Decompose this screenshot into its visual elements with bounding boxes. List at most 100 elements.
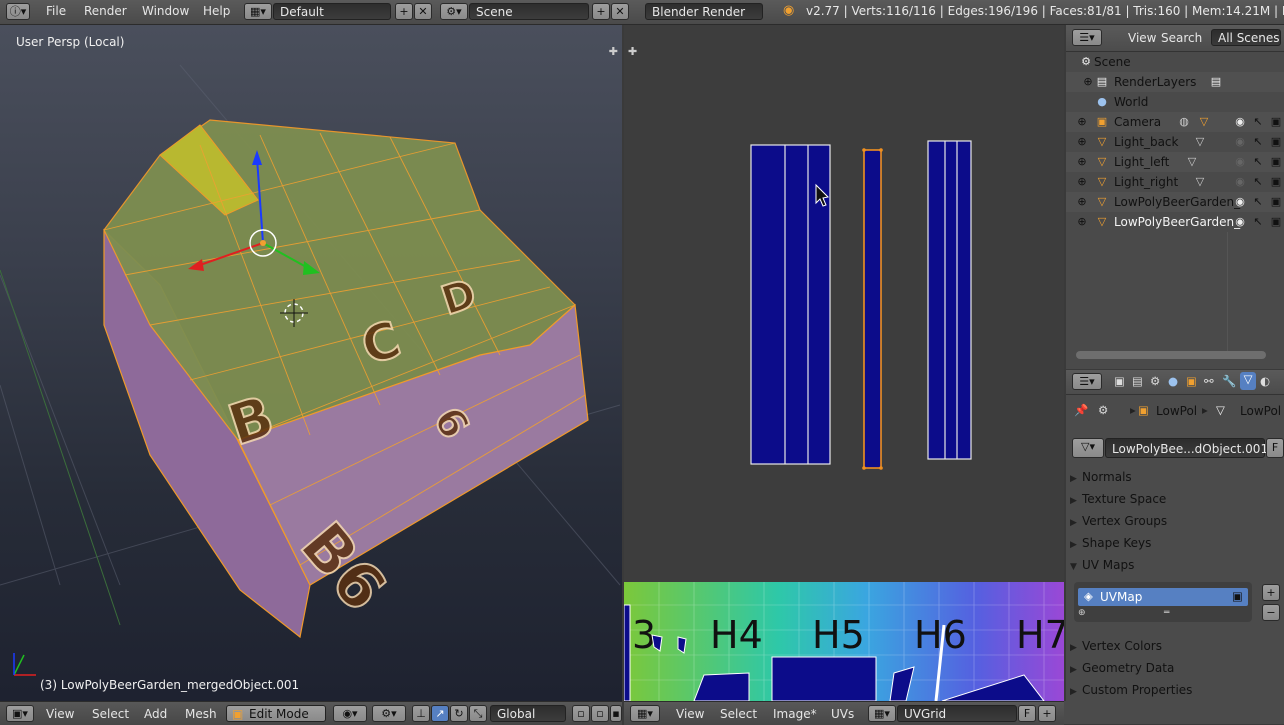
visibility-eye-icon[interactable]: ◉ [1234, 216, 1246, 228]
outliner-item-light-left[interactable]: ⊕ ▽ Light_left ▽ ◉ ↖ ▣ [1066, 152, 1284, 172]
editor-type-3d-view-button[interactable]: ▣▾ [6, 705, 34, 722]
outliner-item-scene[interactable]: ⚙ Scene [1066, 52, 1284, 72]
uv-island-right[interactable] [927, 140, 972, 460]
outliner-item-renderlayers[interactable]: ⊕ ▤ RenderLayers ▤ [1066, 72, 1284, 92]
layout-selector-icon[interactable]: ▦▾ [244, 3, 272, 20]
image-name-field[interactable]: UVGrid [897, 705, 1017, 722]
uv-map-list[interactable]: ◈ UVMap ▣ ⊕ ═ [1074, 582, 1252, 622]
scene-field[interactable]: Scene [469, 3, 589, 20]
selectable-cursor-icon[interactable]: ↖ [1252, 216, 1264, 228]
selectable-cursor-icon[interactable]: ↖ [1252, 136, 1264, 148]
material-tab-icon[interactable]: ◐ [1260, 374, 1270, 388]
pivot-point-dropdown[interactable]: ⚙▾ [372, 705, 406, 722]
render-camera-icon[interactable]: ▣ [1270, 216, 1282, 228]
visibility-eye-icon[interactable]: ◉ [1234, 136, 1246, 148]
selectable-cursor-icon[interactable]: ↖ [1252, 176, 1264, 188]
uv-map-list-item[interactable]: ◈ UVMap ▣ [1078, 588, 1248, 606]
scale-manipulator-icon[interactable]: ⤡ [469, 705, 487, 722]
split-corner-icon[interactable]: ✚ [609, 45, 618, 58]
selectable-cursor-icon[interactable]: ↖ [1252, 156, 1264, 168]
render-engine-dropdown[interactable]: Blender Render [645, 3, 763, 20]
selectable-cursor-icon[interactable]: ↖ [1252, 196, 1264, 208]
panel-geometry-data[interactable]: ▶ Geometry Data [1070, 658, 1280, 678]
properties-editor[interactable]: ☰▾ ▣ ▤ ⚙ ● ▣ ⚯ 🔧 ▽ ◐ 📌 ⚙ ▸ ▣ LowPol ▸ ▽ … [1066, 370, 1284, 701]
outliner-search-menu[interactable]: Search [1161, 31, 1202, 45]
visibility-eye-icon[interactable]: ◉ [1234, 156, 1246, 168]
outliner[interactable]: ☰▾ View Search All Scenes ⚙ Scene ⊕ ▤ Re… [1066, 25, 1284, 369]
list-filter-icon[interactable]: ⊕ [1078, 608, 1086, 618]
render-layers-tab-icon[interactable]: ▤ [1132, 374, 1143, 388]
manipulator-toggle-icon[interactable]: ⊥ [412, 705, 430, 722]
viewport-menu-select[interactable]: Select [92, 707, 129, 721]
mesh-browse-button[interactable]: ▽▾ [1072, 438, 1104, 458]
outliner-item-world[interactable]: ● World [1066, 92, 1284, 112]
translate-manipulator-icon[interactable]: ↗ [431, 705, 449, 722]
expand-icon[interactable]: ⊕ [1076, 216, 1088, 228]
active-render-camera-icon[interactable]: ▣ [1232, 589, 1243, 603]
outliner-item-camera[interactable]: ⊕ ▣ Camera ◍ ▽ ◉ ↖ ▣ [1066, 112, 1284, 132]
split-corner-icon[interactable]: ✚ [628, 45, 637, 58]
viewport-shading-dropdown[interactable]: ◉▾ [333, 705, 367, 722]
uv-menu-image[interactable]: Image* [773, 707, 817, 721]
uv-menu-select[interactable]: Select [720, 707, 757, 721]
add-uv-map-button[interactable]: + [1262, 584, 1280, 601]
render-tab-icon[interactable]: ▣ [1114, 374, 1125, 388]
add-layout-button[interactable]: + [395, 3, 413, 20]
edge-select-icon[interactable]: ▫ [591, 705, 609, 722]
mesh-data-tab-icon[interactable]: ▽ [1240, 372, 1256, 390]
outliner-item-light-right[interactable]: ⊕ ▽ Light_right ▽ ◉ ↖ ▣ [1066, 172, 1284, 192]
outliner-horizontal-scrollbar[interactable] [1076, 351, 1266, 359]
expand-icon[interactable]: ⊕ [1076, 136, 1088, 148]
vertex-select-icon[interactable]: ▫ [572, 705, 590, 722]
editor-type-uv-editor-button[interactable]: ▦▾ [630, 705, 660, 722]
outliner-display-mode-dropdown[interactable]: All Scenes [1211, 29, 1281, 46]
remove-layout-button[interactable]: ✕ [414, 3, 432, 20]
uv-menu-uvs[interactable]: UVs [831, 707, 854, 721]
expand-icon[interactable]: ⊕ [1076, 176, 1088, 188]
panel-custom-properties[interactable]: ▶ Custom Properties [1070, 680, 1280, 700]
scene-selector-icon[interactable]: ⚙▾ [440, 3, 468, 20]
outliner-item-light-back[interactable]: ⊕ ▽ Light_back ▽ ◉ ↖ ▣ [1066, 132, 1284, 152]
editor-type-info-button[interactable]: ⓘ▾ [6, 3, 30, 20]
image-browse-button[interactable]: ▦▾ [868, 705, 896, 722]
rotate-manipulator-icon[interactable]: ↻ [450, 705, 468, 722]
world-tab-icon[interactable]: ● [1168, 374, 1178, 388]
constraints-tab-icon[interactable]: ⚯ [1204, 374, 1214, 388]
menu-render[interactable]: Render [84, 4, 127, 18]
image-fake-user-button[interactable]: F [1018, 705, 1036, 722]
mesh-datablock-name-field[interactable]: LowPolyBee...dObject.001 [1105, 438, 1268, 458]
layout-field[interactable]: Default [273, 3, 391, 20]
render-camera-icon[interactable]: ▣ [1270, 116, 1282, 128]
render-camera-icon[interactable]: ▣ [1270, 176, 1282, 188]
uv-image-editor[interactable]: 3 H4 H5 H6 H7 ✚ [624, 25, 1064, 701]
menu-file[interactable]: File [46, 4, 66, 18]
render-camera-icon[interactable]: ▣ [1270, 196, 1282, 208]
expand-icon[interactable]: ⊕ [1076, 156, 1088, 168]
add-scene-button[interactable]: + [592, 3, 610, 20]
face-select-icon[interactable]: ▪ [610, 705, 622, 722]
mode-dropdown[interactable]: ▣ Edit Mode [226, 705, 326, 722]
editor-type-outliner-button[interactable]: ☰▾ [1072, 29, 1102, 46]
pin-icon[interactable]: 📌 [1074, 403, 1088, 417]
remove-scene-button[interactable]: ✕ [611, 3, 629, 20]
3d-viewport[interactable]: B C D B6 6 User Persp (Local) (3) LowPol… [0, 25, 622, 701]
outliner-item-lowpolybeergarden-1[interactable]: ⊕ ▽ LowPolyBeerGarden_ ◉ ↖ ▣ [1066, 192, 1284, 212]
panel-shape-keys[interactable]: ▶ Shape Keys [1070, 533, 1280, 553]
panel-texture-space[interactable]: ▶ Texture Space [1070, 489, 1280, 509]
fake-user-button[interactable]: F [1266, 438, 1284, 458]
uv-menu-view[interactable]: View [676, 707, 704, 721]
render-camera-icon[interactable]: ▣ [1270, 136, 1282, 148]
visibility-eye-icon[interactable]: ◉ [1234, 116, 1246, 128]
remove-uv-map-button[interactable]: − [1262, 604, 1280, 621]
panel-normals[interactable]: ▶ Normals [1070, 467, 1280, 487]
outliner-item-lowpolybeergarden-2[interactable]: ⊕ ▽ LowPolyBeerGarden_ ◉ ↖ ▣ [1066, 212, 1284, 232]
menu-help[interactable]: Help [203, 4, 230, 18]
editor-type-properties-button[interactable]: ☰▾ [1072, 373, 1102, 390]
object-tab-icon[interactable]: ▣ [1186, 374, 1197, 388]
viewport-menu-mesh[interactable]: Mesh [185, 707, 217, 721]
new-image-button[interactable]: + [1038, 705, 1056, 722]
selectable-cursor-icon[interactable]: ↖ [1252, 116, 1264, 128]
modifiers-tab-icon[interactable]: 🔧 [1222, 374, 1236, 388]
panel-vertex-colors[interactable]: ▶ Vertex Colors [1070, 636, 1280, 656]
panel-uv-maps[interactable]: ▼ UV Maps [1070, 555, 1280, 575]
